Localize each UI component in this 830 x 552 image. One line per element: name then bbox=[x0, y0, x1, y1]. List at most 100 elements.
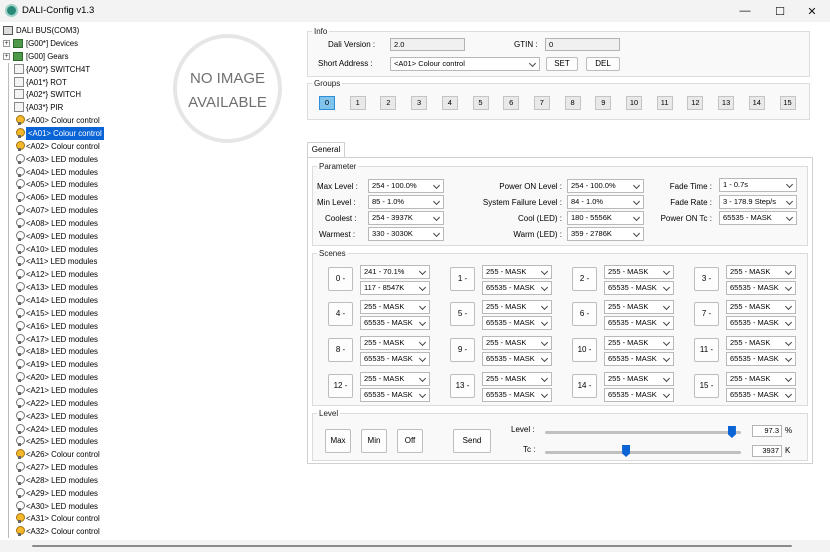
scene-11-level-select[interactable]: 255 - MASK bbox=[726, 336, 796, 350]
level-slider-thumb[interactable] bbox=[727, 426, 736, 438]
tree-node[interactable]: <A08> LED modules bbox=[0, 216, 150, 230]
tree-node[interactable]: <A02> Colour control bbox=[0, 139, 150, 153]
level-value-field[interactable]: 97.3 bbox=[752, 425, 782, 437]
min-button[interactable]: Min bbox=[361, 429, 387, 453]
tc-slider[interactable] bbox=[545, 445, 741, 458]
tree-node[interactable]: <A04> LED modules bbox=[0, 165, 150, 179]
group-button-5[interactable]: 5 bbox=[472, 96, 489, 110]
scene-9-button[interactable]: 9 - bbox=[450, 338, 475, 362]
scrollbar-thumb[interactable] bbox=[32, 545, 792, 547]
scene-14-level-select[interactable]: 255 - MASK bbox=[604, 372, 674, 386]
device-tree[interactable]: DALI BUS(COM3) + [G00*] Devices + [G00] Gea… bbox=[0, 22, 150, 540]
del-button[interactable]: DEL bbox=[586, 57, 620, 71]
tree-node[interactable]: <A07> LED modules bbox=[0, 204, 150, 218]
scene-7-button[interactable]: 7 - bbox=[694, 302, 719, 326]
tree-node[interactable]: <A24> LED modules bbox=[0, 422, 150, 436]
scene-3-level-select[interactable]: 255 - MASK bbox=[726, 265, 796, 279]
tree-node[interactable]: <A13> LED modules bbox=[0, 281, 150, 295]
max-button[interactable]: Max bbox=[325, 429, 351, 453]
tree-node[interactable]: + [G00*] Devices bbox=[0, 37, 150, 50]
tree-node[interactable]: + [G00] Gears bbox=[0, 50, 150, 63]
tree-node[interactable]: <A14> LED modules bbox=[0, 294, 150, 307]
scene-6-level-select[interactable]: 255 - MASK bbox=[604, 300, 674, 314]
scene-9-tc-select[interactable]: 65535 - MASK bbox=[482, 352, 552, 366]
scene-10-tc-select[interactable]: 65535 - MASK bbox=[604, 352, 674, 366]
scene-1-level-select[interactable]: 255 - MASK bbox=[482, 265, 552, 279]
scene-12-tc-select[interactable]: 65535 - MASK bbox=[360, 388, 430, 402]
short-address-select[interactable]: <A01> Colour control bbox=[390, 57, 540, 71]
scene-8-tc-select[interactable]: 65535 - MASK bbox=[360, 352, 430, 366]
power-on-level-select[interactable]: 254 - 100.0% bbox=[567, 179, 644, 193]
tree-node[interactable]: <A29> LED modules bbox=[0, 486, 150, 500]
scene-5-button[interactable]: 5 - bbox=[450, 302, 475, 326]
tab-general[interactable]: General bbox=[307, 142, 345, 158]
scene-1-tc-select[interactable]: 65535 - MASK bbox=[482, 281, 552, 295]
scene-4-tc-select[interactable]: 65535 - MASK bbox=[360, 316, 430, 330]
scene-9-level-select[interactable]: 255 - MASK bbox=[482, 336, 552, 350]
tree-node[interactable]: <A15> LED modules bbox=[0, 306, 150, 320]
cool-led-select[interactable]: 180 - 5556K bbox=[567, 211, 644, 225]
fade-time-select[interactable]: 1 - 0.7s bbox=[719, 178, 797, 192]
group-button-6[interactable]: 6 bbox=[503, 96, 520, 110]
scene-15-tc-select[interactable]: 65535 - MASK bbox=[726, 388, 796, 402]
tree-node[interactable]: <A01> Colour control bbox=[0, 126, 150, 140]
scene-7-tc-select[interactable]: 65535 - MASK bbox=[726, 316, 796, 330]
warmest-select[interactable]: 330 - 3030K bbox=[368, 227, 444, 241]
tree-node[interactable]: <A26> Colour control bbox=[0, 448, 150, 462]
scene-4-button[interactable]: 4 - bbox=[328, 302, 353, 326]
scene-6-button[interactable]: 6 - bbox=[572, 302, 597, 326]
scene-5-tc-select[interactable]: 65535 - MASK bbox=[482, 316, 552, 330]
scene-3-button[interactable]: 3 - bbox=[694, 267, 719, 291]
tree-node[interactable]: {A00*} SWITCH4T bbox=[0, 62, 150, 76]
scene-5-level-select[interactable]: 255 - MASK bbox=[482, 300, 552, 314]
tree-node[interactable]: <A25> LED modules bbox=[0, 435, 150, 449]
system-failure-level-select[interactable]: 84 - 1.0% bbox=[567, 195, 644, 209]
tree-node[interactable]: <A30> LED modules bbox=[0, 499, 150, 513]
close-button[interactable]: ✕ bbox=[792, 0, 830, 22]
tree-node[interactable]: <A18> LED modules bbox=[0, 345, 150, 359]
scene-10-button[interactable]: 10 - bbox=[572, 338, 597, 362]
scene-13-tc-select[interactable]: 65535 - MASK bbox=[482, 388, 552, 402]
power-on-tc-select[interactable]: 65535 - MASK bbox=[719, 211, 797, 225]
level-slider[interactable] bbox=[545, 426, 741, 438]
tc-slider-thumb[interactable] bbox=[622, 445, 631, 457]
group-button-15[interactable]: 15 bbox=[779, 96, 796, 110]
group-button-7[interactable]: 7 bbox=[533, 96, 550, 110]
group-button-9[interactable]: 9 bbox=[595, 96, 612, 110]
tree-node[interactable]: <A22> LED modules bbox=[0, 396, 150, 410]
scene-2-level-select[interactable]: 255 - MASK bbox=[604, 265, 674, 279]
expand-icon[interactable]: + bbox=[3, 52, 10, 60]
tree-node[interactable]: <A00> Colour control bbox=[0, 114, 150, 128]
group-button-11[interactable]: 11 bbox=[656, 96, 673, 110]
tree-node[interactable]: <A11> LED modules bbox=[0, 255, 150, 269]
tree-node[interactable]: <A06> LED modules bbox=[0, 191, 150, 205]
tree-node[interactable]: <A09> LED modules bbox=[0, 229, 150, 243]
group-button-13[interactable]: 13 bbox=[718, 96, 735, 110]
minimize-button[interactable]: — bbox=[725, 0, 765, 22]
tree-node[interactable]: {A03*} PIR bbox=[0, 101, 150, 115]
coolest-select[interactable]: 254 - 3937K bbox=[368, 211, 444, 225]
scene-4-level-select[interactable]: 255 - MASK bbox=[360, 300, 430, 314]
scene-0-tc-select[interactable]: 117 - 8547K bbox=[360, 281, 430, 295]
scene-0-button[interactable]: 0 - bbox=[328, 267, 353, 291]
scene-14-tc-select[interactable]: 65535 - MASK bbox=[604, 388, 674, 402]
scene-12-level-select[interactable]: 255 - MASK bbox=[360, 372, 430, 386]
group-button-2[interactable]: 2 bbox=[380, 96, 397, 110]
send-button[interactable]: Send bbox=[453, 429, 491, 453]
tree-node[interactable]: <A32> Colour control bbox=[0, 525, 150, 539]
scene-11-tc-select[interactable]: 65535 - MASK bbox=[726, 352, 796, 366]
scene-15-level-select[interactable]: 255 - MASK bbox=[726, 372, 796, 386]
tree-root[interactable]: DALI BUS(COM3) bbox=[0, 24, 150, 37]
scene-3-tc-select[interactable]: 65535 - MASK bbox=[726, 281, 796, 295]
set-button[interactable]: SET bbox=[546, 57, 578, 71]
scene-2-tc-select[interactable]: 65535 - MASK bbox=[604, 281, 674, 295]
tree-node[interactable]: {A02*} SWITCH bbox=[0, 88, 150, 102]
scene-0-level-select[interactable]: 241 - 70.1% bbox=[360, 265, 430, 279]
group-button-8[interactable]: 8 bbox=[564, 96, 581, 110]
scene-11-button[interactable]: 11 - bbox=[694, 338, 719, 362]
scene-8-level-select[interactable]: 255 - MASK bbox=[360, 336, 430, 350]
scene-7-level-select[interactable]: 255 - MASK bbox=[726, 300, 796, 314]
tree-node[interactable]: {A01*} ROT bbox=[0, 75, 150, 89]
group-button-12[interactable]: 12 bbox=[687, 96, 704, 110]
scene-15-button[interactable]: 15 - bbox=[694, 374, 719, 398]
